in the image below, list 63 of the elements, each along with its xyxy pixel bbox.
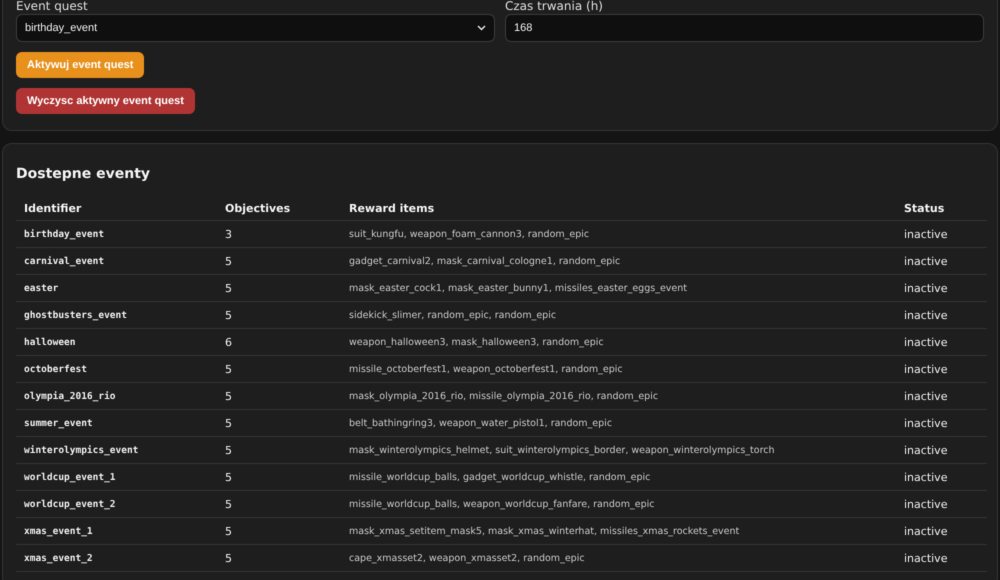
table-cell: 5 — [217, 248, 341, 274]
table-cell: inactive — [896, 410, 987, 436]
table-cell: worldcup_event_2 — [16, 490, 217, 518]
table-cell: missile_worldcup_balls, gadget_worldcup_whistle, random_epic — [341, 464, 896, 490]
column-header: Status — [896, 198, 987, 220]
table-cell: 5 — [217, 518, 341, 544]
table-cell: 5 — [217, 382, 341, 410]
table-cell: halloween — [16, 328, 217, 356]
table-cell: carnival_event — [16, 248, 217, 274]
table-cell: sidekick_slimer, random_epic, random_epic — [341, 302, 896, 328]
section-title: Dostepne eventy — [16, 166, 152, 182]
column-header: Objectives — [217, 198, 341, 220]
table-cell: missile_worldcup_balls, weapon_worldcup_fanfare, random_epic — [341, 490, 896, 518]
field-label: Czas trwania (h) — [505, 0, 604, 13]
clear-button[interactable]: Wyczysc aktywny event quest — [16, 88, 195, 114]
table-cell: 5 — [217, 274, 341, 302]
table-cell: easter — [16, 274, 217, 302]
table-cell: inactive — [896, 518, 987, 544]
column-header: Identifier — [16, 198, 217, 220]
table-cell: mask_olympia_2016_rio, missile_olympia_2016_rio, random_epic — [341, 382, 896, 410]
table-cell: ghostbusters_event — [16, 302, 217, 328]
table-cell: 5 — [217, 544, 341, 572]
table-cell: weapon_halloween3, mask_halloween3, random_epic — [341, 328, 896, 356]
table-cell: 5 — [217, 464, 341, 490]
table-cell: 6 — [217, 328, 341, 356]
table-cell: missile_octoberfest1, weapon_octoberfest1, random_epic — [341, 356, 896, 382]
table-cell: winterolympics_event — [16, 436, 217, 464]
table-cell: xmas_event_1 — [16, 518, 217, 544]
table-cell: birthday_event — [16, 220, 217, 248]
table-cell: 3 — [217, 220, 341, 248]
table-cell: 5 — [217, 302, 341, 328]
field-label: Event quest — [16, 0, 89, 13]
table-cell: worldcup_event_1 — [16, 464, 217, 490]
table-cell: mask_easter_cock1, mask_easter_bunny1, missiles_easter_eggs_event — [341, 274, 896, 302]
duration-input[interactable]: 168 — [505, 14, 984, 42]
table-cell: gadget_carnival2, mask_carnival_cologne1, random_epic — [341, 248, 896, 274]
table-cell: inactive — [896, 436, 987, 464]
table-cell: inactive — [896, 248, 987, 274]
table-cell: 5 — [217, 410, 341, 436]
table-cell: inactive — [896, 302, 987, 328]
table-cell: olympia_2016_rio — [16, 382, 217, 410]
table-cell: inactive — [896, 220, 987, 248]
table-cell: mask_xmas_setitem_mask5, mask_xmas_winterhat, missiles_xmas_rockets_event — [341, 518, 896, 544]
table-cell: inactive — [896, 274, 987, 302]
event-select[interactable]: birthday_event — [16, 14, 495, 42]
table-cell: xmas_event_2 — [16, 544, 217, 572]
table-cell: inactive — [896, 544, 987, 572]
table-cell: inactive — [896, 328, 987, 356]
table-cell: 5 — [217, 436, 341, 464]
table-cell: belt_bathingring3, weapon_water_pistol1, random_epic — [341, 410, 896, 436]
table-cell: mask_winterolympics_helmet, suit_winterolympics_border, weapon_winterolympics_torch — [341, 436, 896, 464]
table-cell: summer_event — [16, 410, 217, 436]
table-cell: 5 — [217, 356, 341, 382]
table-cell: octoberfest — [16, 356, 217, 382]
table-cell: cape_xmasset2, weapon_xmasset2, random_epic — [341, 544, 896, 572]
table-cell: inactive — [896, 464, 987, 490]
chevron-down-icon — [477, 25, 486, 31]
table-cell: inactive — [896, 356, 987, 382]
table-cell: inactive — [896, 490, 987, 518]
table-cell: suit_kungfu, weapon_foam_cannon3, random_epic — [341, 220, 896, 248]
table-cell: 5 — [217, 490, 341, 518]
column-header: Reward items — [341, 198, 896, 220]
table-cell: inactive — [896, 382, 987, 410]
